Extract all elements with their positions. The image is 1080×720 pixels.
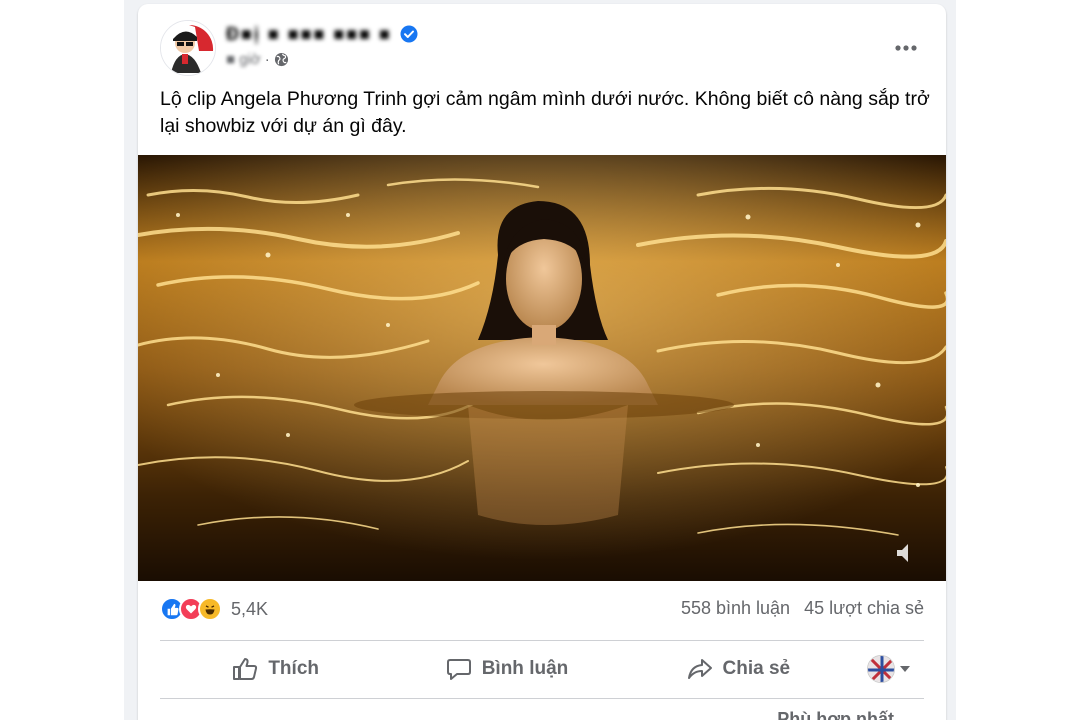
- like-label: Thích: [268, 658, 319, 679]
- share-button[interactable]: Chia sẻ: [623, 647, 854, 691]
- post-time[interactable]: ■ giờ: [226, 51, 261, 68]
- thumbs-up-icon: [233, 658, 258, 680]
- haha-icon: [198, 597, 222, 621]
- comment-label: Bình luận: [481, 658, 569, 679]
- divider-bottom: [160, 698, 924, 699]
- comment-sort-selector[interactable]: Phù hợp nhất: [777, 709, 894, 720]
- share-label: Chia sẻ: [722, 658, 791, 679]
- post-video[interactable]: [138, 155, 946, 581]
- author-name[interactable]: Đ■ị ■ ■■■ ■■■ ■: [226, 22, 418, 46]
- reaction-icons: [160, 597, 222, 621]
- post-text: Lộ clip Angela Phương Trinh gợi cảm ngâm…: [160, 88, 930, 137]
- verified-badge-icon: [400, 25, 418, 43]
- engagement-counts: 558 bình luận 45 lượt chia sẻ: [681, 598, 924, 619]
- reaction-count[interactable]: 5,4K: [231, 599, 268, 620]
- comment-icon: [446, 659, 471, 680]
- reaction-summary[interactable]: 5,4K: [160, 594, 268, 624]
- post-card: Đ■ị ■ ■■■ ■■■ ■ ■ giờ · Lộ clip Angela P…: [138, 4, 946, 720]
- video-frame: [138, 155, 946, 581]
- post-header: Đ■ị ■ ■■■ ■■■ ■ ■ giờ ·: [138, 4, 946, 84]
- post-meta: ■ giờ ·: [226, 51, 289, 68]
- globe-icon[interactable]: [274, 52, 289, 67]
- more-dots-icon: [895, 45, 917, 51]
- chevron-down-icon: [899, 666, 910, 672]
- share-count[interactable]: 45 lượt chia sẻ: [804, 598, 924, 619]
- author-name-text[interactable]: Đ■ị ■ ■■■ ■■■ ■: [226, 24, 392, 45]
- meta-separator: ·: [264, 51, 270, 68]
- share-arrow-icon: [687, 659, 712, 679]
- comment-button[interactable]: Bình luận: [391, 647, 622, 691]
- volume-icon[interactable]: [892, 539, 920, 567]
- comment-count[interactable]: 558 bình luận: [681, 598, 790, 619]
- more-options-button[interactable]: [888, 30, 924, 66]
- author-avatar[interactable]: [160, 20, 216, 76]
- post-as-selector[interactable]: [854, 647, 924, 691]
- user-avatar: [866, 655, 895, 683]
- action-bar: Thích Bình luận Chia sẻ: [160, 641, 924, 697]
- like-button[interactable]: Thích: [160, 647, 391, 691]
